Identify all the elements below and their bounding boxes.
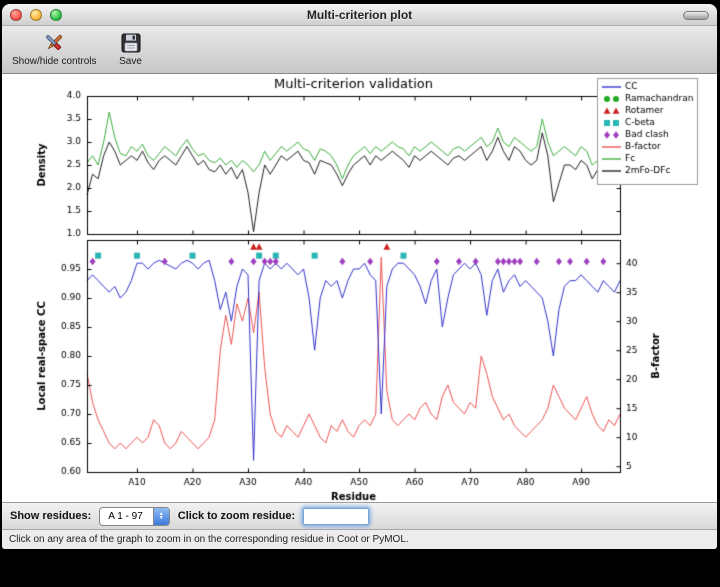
- zoom-residue-input[interactable]: [303, 508, 369, 525]
- save-label: Save: [119, 56, 142, 67]
- traffic-lights: [10, 9, 62, 21]
- status-text: Click on any area of the graph to zoom i…: [9, 534, 409, 545]
- window-title: Multi-criterion plot: [307, 8, 412, 22]
- residue-range-value: A 1 - 97: [100, 508, 152, 525]
- status-bar: Click on any area of the graph to zoom i…: [2, 529, 717, 549]
- show-hide-controls-label: Show/hide controls: [12, 56, 97, 67]
- plot-area: [2, 74, 717, 502]
- validation-plot-canvas[interactable]: [2, 74, 717, 502]
- maximize-button[interactable]: [50, 9, 62, 21]
- zoom-residue-label: Click to zoom residue:: [178, 510, 295, 522]
- tools-icon: [42, 29, 66, 56]
- residue-range-select[interactable]: A 1 - 97 ▲▼: [99, 507, 169, 526]
- save-icon: [119, 29, 143, 56]
- titlebar[interactable]: Multi-criterion plot: [2, 4, 717, 26]
- stepper-arrows-icon: ▲▼: [153, 508, 169, 525]
- controls-bar: Show residues: A 1 - 97 ▲▼ Click to zoom…: [2, 502, 717, 529]
- toolbar-toggle-capsule-button[interactable]: [683, 11, 709, 20]
- minimize-button[interactable]: [30, 9, 42, 21]
- save-button[interactable]: Save: [117, 28, 145, 68]
- close-button[interactable]: [10, 9, 22, 21]
- multi-criterion-plot-window: Multi-criterion plot Show/hide controls: [2, 4, 717, 549]
- show-hide-controls-button[interactable]: Show/hide controls: [10, 28, 99, 68]
- toolbar: Show/hide controls Save: [2, 26, 717, 74]
- show-residues-label: Show residues:: [10, 510, 91, 522]
